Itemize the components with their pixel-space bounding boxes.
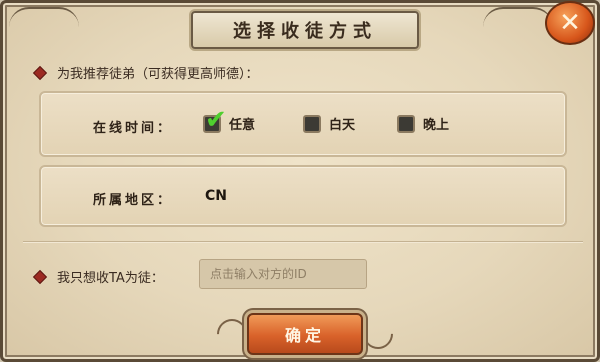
- confirm-button[interactable]: 确定: [247, 313, 363, 355]
- checkbox-evening[interactable]: [397, 114, 415, 133]
- close-x-icon: ✕: [559, 8, 581, 38]
- option-evening[interactable]: 晚上: [397, 114, 449, 133]
- option-daytime-label: 白天: [329, 118, 356, 133]
- recommend-section-label: 为我推荐徒弟（可获得更高师德）：: [32, 63, 259, 82]
- section-divider: [23, 241, 583, 242]
- recommend-label-text: 为我推荐徒弟（可获得更高师德）：: [57, 67, 259, 82]
- option-daytime[interactable]: 白天: [303, 114, 355, 133]
- title-bar: 选择收徒方式 ✕: [3, 1, 597, 49]
- bullet-diamond-icon: [32, 65, 48, 80]
- corner-ornament-left: [9, 7, 79, 27]
- region-value: CN: [205, 188, 227, 204]
- online-time-label: 在线时间：: [93, 121, 174, 136]
- option-any[interactable]: ✔ 任意: [203, 107, 256, 133]
- corner-ornament-right: [483, 7, 553, 27]
- option-evening-label: 晚上: [423, 118, 450, 133]
- checkbox-daytime[interactable]: [303, 114, 321, 133]
- specific-section-label: 我只想收TA为徒：: [32, 267, 164, 286]
- online-time-panel: 在线时间： ✔ 任意 白天 晚上: [39, 91, 567, 157]
- close-button[interactable]: ✕: [545, 1, 595, 45]
- check-icon: ✔: [205, 104, 227, 135]
- button-ornament-right: [356, 312, 400, 356]
- region-label: 所属地区：: [93, 193, 174, 208]
- specific-label-text: 我只想收TA为徒：: [57, 271, 164, 286]
- dialog-title: 选择收徒方式: [233, 21, 377, 42]
- checkbox-any[interactable]: ✔: [203, 107, 227, 133]
- bullet-diamond-icon: [32, 269, 48, 284]
- recruit-apprentice-dialog: 选择收徒方式 ✕ 为我推荐徒弟（可获得更高师德）： 在线时间： ✔ 任意 白天 …: [0, 0, 600, 362]
- player-id-input[interactable]: [199, 259, 367, 289]
- option-any-label: 任意: [229, 118, 256, 133]
- title-plate: 选择收徒方式: [191, 11, 419, 49]
- region-panel: 所属地区： CN: [39, 165, 567, 227]
